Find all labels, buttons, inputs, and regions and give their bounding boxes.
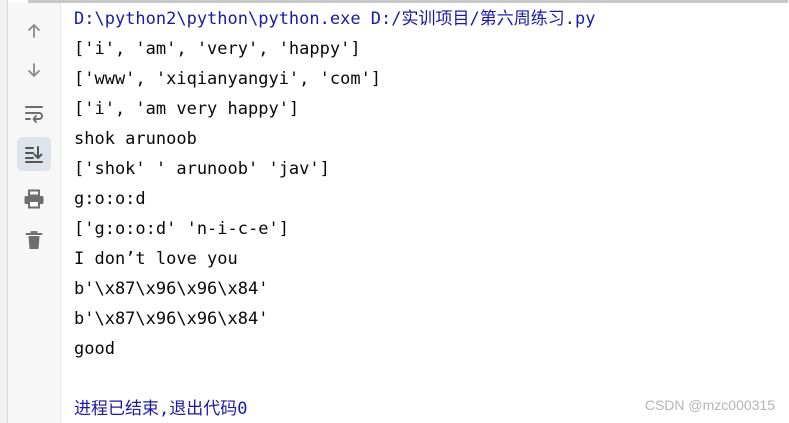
up-button[interactable] bbox=[17, 14, 51, 48]
up-arrow-icon bbox=[28, 24, 40, 38]
soft-wrap-button[interactable] bbox=[17, 96, 51, 130]
output-line: g:o:o:d bbox=[74, 189, 146, 209]
console-toolbar bbox=[8, 3, 61, 423]
clear-button[interactable] bbox=[17, 223, 51, 257]
output-line: ['i', 'am very happy'] bbox=[74, 99, 300, 119]
down-button[interactable] bbox=[17, 53, 51, 87]
scroll-to-end-icon bbox=[25, 146, 43, 163]
output-line: b'\x87\x96\x96\x84' bbox=[74, 309, 269, 329]
down-arrow-icon bbox=[28, 63, 40, 77]
soft-wrap-icon bbox=[25, 106, 43, 123]
output-line: ['shok' ' arunoob' 'jav'] bbox=[74, 159, 330, 179]
console-output[interactable]: D:\python2\python\python.exe D:/实训项目/第六周… bbox=[74, 4, 789, 423]
top-scrollbar-strip bbox=[28, 0, 788, 3]
print-icon bbox=[24, 189, 44, 209]
output-line: ['www', 'xiqianyangyi', 'com'] bbox=[74, 69, 382, 89]
watermark: CSDN @mzc000315 bbox=[644, 397, 775, 413]
process-exit-message: 进程已结束,退出代码0 bbox=[74, 399, 248, 419]
output-line: ['i', 'am', 'very', 'happy'] bbox=[74, 39, 361, 59]
output-line: I don’t love you bbox=[74, 249, 238, 269]
print-button[interactable] bbox=[17, 182, 51, 216]
output-line: good bbox=[74, 339, 115, 359]
trash-icon bbox=[25, 231, 43, 249]
editor-left-edge bbox=[0, 0, 8, 423]
scroll-to-end-button[interactable] bbox=[17, 137, 51, 171]
run-command-line: D:\python2\python\python.exe D:/实训项目/第六周… bbox=[74, 9, 596, 29]
output-line: b'\x87\x96\x96\x84' bbox=[74, 279, 269, 299]
output-line: ['g:o:o:d' 'n-i-c-e'] bbox=[74, 219, 289, 239]
output-line: shok arunoob bbox=[74, 129, 197, 149]
